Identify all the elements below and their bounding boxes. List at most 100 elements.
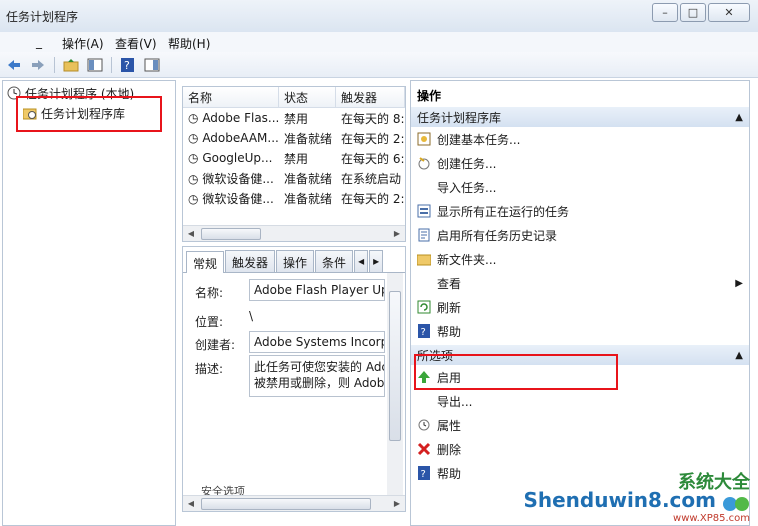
description-value: 此任务可使您安装的 Adc 被禁用或删除，则 Adobe [249, 355, 385, 397]
blank-icon [417, 276, 431, 290]
scroll-thumb[interactable] [201, 227, 261, 240]
highlight-box-enable [414, 354, 618, 390]
action-new-folder[interactable]: 新文件夹... [411, 247, 749, 271]
toolbar-separator [111, 56, 112, 73]
task-trigger: 在系统启动 [341, 171, 402, 186]
column-trigger[interactable]: 触发器 [336, 87, 405, 107]
wizard-icon [417, 132, 431, 146]
description-label: 描述: [195, 362, 224, 376]
task-trigger: 在每天的 8: [341, 111, 405, 126]
show-hide-tree-icon[interactable] [85, 56, 105, 74]
author-value: Adobe Systems Incorpo [249, 331, 385, 353]
up-folder-icon[interactable] [61, 56, 81, 74]
tab-scroll-right-icon[interactable]: ▸ [369, 250, 384, 272]
scroll-right-icon[interactable]: ▶ [389, 226, 405, 241]
task-status: 准备就绪 [284, 191, 333, 206]
description-line: 此任务可使您安装的 Adc [254, 360, 385, 374]
task-trigger: 在每天的 6: [341, 151, 405, 166]
section-library-label: 任务计划程序库 [417, 110, 502, 125]
details-hscrollbar[interactable]: ◀ ▶ [183, 495, 405, 511]
action-help[interactable]: ? 帮助 [411, 319, 749, 343]
action-delete[interactable]: 删除 [411, 437, 749, 461]
collapse-icon[interactable]: ▲ [735, 112, 743, 123]
action-label: 显示所有正在运行的任务 [437, 204, 570, 219]
task-name: 微软设备健... [202, 171, 274, 186]
watermark-site: www.XP85.com [673, 513, 750, 524]
action-label: 导入任务... [437, 180, 497, 195]
window-controls: – □ ✕ [652, 3, 750, 22]
close-button[interactable]: ✕ [708, 3, 750, 22]
task-status: 禁用 [284, 151, 309, 166]
task-name: GoogleUp... [202, 151, 273, 165]
folder-icon [417, 252, 431, 266]
author-label: 创建者: [195, 338, 236, 352]
action-export[interactable]: 导出... [411, 389, 749, 413]
watermark-cn: 系统大全 [678, 472, 750, 493]
column-name[interactable]: 名称 [183, 87, 279, 107]
action-label: 创建基本任务... [437, 132, 521, 147]
collapse-icon[interactable]: ▲ [735, 350, 743, 361]
tab-actions[interactable]: 操作 [276, 250, 315, 272]
svg-text:?: ? [421, 327, 426, 338]
scroll-left-icon[interactable]: ◀ [183, 496, 199, 511]
description-line: 被禁用或删除，则 Adobe [254, 376, 385, 390]
task-trigger: 在每天的 2: [341, 191, 405, 206]
tab-triggers[interactable]: 触发器 [225, 250, 276, 272]
details-vscrollbar[interactable] [387, 273, 403, 495]
action-enable-history[interactable]: 启用所有任务历史记录 [411, 223, 749, 247]
action-view[interactable]: 查看 ▶ [411, 271, 749, 295]
minimize-button[interactable]: – [652, 3, 678, 22]
task-details: 常规 触发器 操作 条件 ◂ ▸ 名称: Adobe Flash Player … [182, 246, 406, 512]
name-value: Adobe Flash Player Upc [249, 279, 385, 301]
details-scroll-thumb[interactable] [389, 291, 401, 441]
maximize-button[interactable]: □ [680, 3, 706, 22]
svg-text:?: ? [124, 59, 130, 72]
tab-conditions[interactable]: 条件 [315, 250, 354, 272]
actions-header: 操作 [417, 89, 442, 103]
back-icon[interactable] [4, 56, 24, 74]
show-action-pane-icon[interactable] [142, 56, 162, 74]
action-properties[interactable]: 属性 [411, 413, 749, 437]
scroll-right-icon[interactable]: ▶ [389, 496, 405, 511]
history-icon [417, 228, 431, 242]
action-import-task[interactable]: 导入任务... [411, 175, 749, 199]
menu-view[interactable]: 查看(V) [115, 35, 157, 52]
help-icon[interactable]: ? [118, 56, 138, 74]
forward-icon[interactable] [28, 56, 48, 74]
task-name: 微软设备健... [202, 191, 274, 206]
tab-general[interactable]: 常规 [186, 251, 225, 273]
column-status[interactable]: 状态 [279, 87, 336, 107]
scroll-thumb[interactable] [201, 497, 371, 510]
menu-file[interactable]: _ [36, 35, 42, 49]
task-row[interactable]: ◷ AdobeAAM... 准备就绪 在每天的 2: [183, 128, 405, 148]
scroll-left-icon[interactable]: ◀ [183, 226, 199, 241]
task-row[interactable]: ◷ Adobe Flas... 禁用 在每天的 8: [183, 108, 405, 128]
action-create-basic-task[interactable]: 创建基本任务... [411, 127, 749, 151]
task-name: Adobe Flas... [202, 111, 279, 125]
actions-pane: 操作 任务计划程序库 ▲ 创建基本任务... 创建任务... 导入任务... 显… [410, 80, 750, 526]
action-create-task[interactable]: 创建任务... [411, 151, 749, 175]
blank-icon [417, 180, 431, 194]
section-library[interactable]: 任务计划程序库 ▲ [411, 107, 749, 127]
task-status: 准备就绪 [284, 171, 333, 186]
task-name: AdobeAAM... [202, 131, 279, 145]
action-label: 帮助 [437, 324, 462, 339]
name-label: 名称: [195, 286, 224, 300]
menu-help[interactable]: 帮助(H) [168, 35, 210, 52]
details-tabs: 常规 触发器 操作 条件 ◂ ▸ [183, 247, 405, 273]
task-row[interactable]: ◷ GoogleUp... 禁用 在每天的 6: [183, 148, 405, 168]
toolbar: ? [0, 52, 758, 78]
action-refresh[interactable]: 刷新 [411, 295, 749, 319]
task-row[interactable]: ◷ 微软设备健... 准备就绪 在每天的 2: [183, 188, 405, 208]
tab-scroll-left-icon[interactable]: ◂ [354, 250, 369, 272]
task-row[interactable]: ◷ 微软设备健... 准备就绪 在系统启动 [183, 168, 405, 188]
menu-action[interactable]: 操作(A) [62, 35, 104, 52]
blank-icon [417, 394, 431, 408]
new-task-icon [417, 156, 431, 170]
task-list-header: 名称 状态 触发器 [183, 87, 405, 108]
action-show-running[interactable]: 显示所有正在运行的任务 [411, 199, 749, 223]
action-label: 属性 [437, 418, 462, 433]
menu-bar: _ 操作(A) 查看(V) 帮助(H) [0, 32, 758, 52]
properties-icon [417, 418, 431, 432]
task-list-hscrollbar[interactable]: ◀ ▶ [183, 225, 405, 241]
